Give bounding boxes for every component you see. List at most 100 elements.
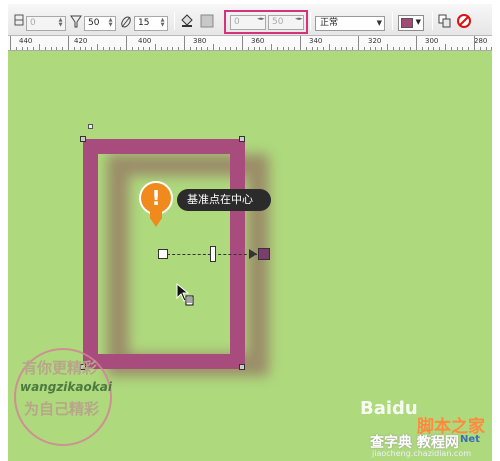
ruler-tick	[207, 47, 209, 50]
transparency-midpoint-slider[interactable]	[210, 246, 216, 262]
ruler-tick	[491, 47, 493, 50]
ruler-tick	[166, 47, 168, 50]
ruler-tick	[433, 47, 435, 50]
leaf-icon	[120, 15, 132, 29]
separator	[432, 12, 433, 30]
ruler-tick	[358, 36, 359, 50]
ruler-tick	[184, 36, 185, 50]
exclamation-pin-icon: !	[138, 180, 180, 232]
field2-value: 50	[88, 18, 100, 28]
merge-mode-select[interactable]: 正常 ▼	[315, 16, 385, 31]
ruler-tick	[149, 47, 151, 50]
rotation-handle[interactable]	[88, 124, 93, 129]
spinner-arrows-icon[interactable]: ◄►	[257, 17, 265, 28]
ruler-label: 320	[368, 37, 382, 45]
spinner-arrows-icon[interactable]: ▲ ▼	[107, 18, 114, 29]
ruler-tick	[381, 47, 383, 50]
ruler-tick	[126, 36, 127, 50]
ruler-tick	[479, 47, 481, 50]
ruler-tick	[305, 47, 307, 50]
paint-bucket-icon[interactable]	[180, 14, 194, 28]
ruler-tick	[27, 47, 29, 50]
tooltip-text: 基准点在中心	[187, 193, 253, 206]
ruler-tick	[155, 44, 156, 50]
horizontal-ruler[interactable]: 440 420 400 380 360 340 320 300 280	[8, 36, 493, 51]
fill-color-swatch	[401, 18, 413, 28]
ruler-tick	[311, 47, 313, 50]
corner-node[interactable]	[239, 136, 245, 142]
ruler-tick	[329, 44, 330, 50]
property-bar: 0 ▲ ▼ 50 ▲ ▼ 15 ▲ ▼ 0 ◄► 50 ◄► 正常 ▼ ▼	[8, 4, 492, 36]
ruler-tick	[352, 47, 354, 50]
net-text: Net	[460, 434, 480, 445]
chevron-down-icon: ▼	[415, 18, 421, 26]
transparency-end-node[interactable]	[258, 248, 270, 260]
spinner-arrows-icon[interactable]: ◄►	[295, 17, 303, 28]
copy-properties-icon[interactable]	[438, 14, 452, 28]
ruler-tick	[79, 47, 81, 50]
ruler-tick	[10, 36, 11, 50]
field2-spinner[interactable]: 50 ▲ ▼	[84, 16, 116, 31]
ruler-tick	[450, 47, 452, 50]
transparency-start-value: 0	[234, 17, 240, 27]
ruler-tick	[114, 47, 116, 50]
ruler-label: 440	[19, 37, 33, 45]
ruler-tick	[242, 36, 243, 50]
ruler-tick	[416, 36, 417, 50]
ruler-tick	[39, 44, 40, 50]
pointer-cursor-icon	[175, 282, 201, 308]
ruler-tick	[21, 47, 23, 50]
ruler-tick	[334, 47, 336, 50]
ruler-label: 300	[425, 37, 439, 45]
ruler-label: 340	[309, 37, 323, 45]
ruler-tick	[369, 47, 371, 50]
ruler-tick	[398, 47, 400, 50]
ruler-tick	[288, 47, 290, 50]
field3-spinner[interactable]: 15 ▲ ▼	[134, 16, 168, 31]
corner-node[interactable]	[239, 364, 245, 370]
ruler-label: 420	[74, 37, 88, 45]
ruler-tick	[485, 47, 487, 50]
transparency-end-spinner[interactable]: 50 ◄►	[268, 15, 304, 30]
ruler-tick	[462, 47, 464, 50]
ruler-tick	[56, 47, 58, 50]
ruler-tick	[363, 47, 365, 50]
transparency-start-node[interactable]	[158, 249, 168, 259]
ruler-tick	[259, 47, 261, 50]
stamp-line1: 有你更精彩	[22, 359, 98, 377]
fill-color-button[interactable]: ▼	[398, 15, 424, 31]
ruler-tick	[189, 47, 191, 50]
ruler-tick	[340, 47, 342, 50]
spinner-arrows-icon[interactable]: ▲ ▼	[159, 18, 166, 29]
separator	[310, 12, 311, 30]
ruler-tick	[404, 47, 406, 50]
transparency-start-spinner[interactable]: 0 ◄►	[230, 15, 266, 30]
corner-node[interactable]	[80, 136, 86, 142]
annotation-tooltip: 基准点在中心	[177, 189, 271, 211]
separator	[392, 12, 393, 30]
ruler-tick	[137, 47, 139, 50]
ruler-tick	[15, 47, 17, 50]
ruler-tick	[97, 44, 98, 50]
baidu-logo: Baidu	[360, 398, 418, 419]
ruler-tick	[44, 47, 46, 50]
ruler-label: 360	[251, 37, 265, 45]
spinner-arrows-icon[interactable]: ▲ ▼	[57, 18, 64, 29]
ruler-tick	[346, 47, 348, 50]
color-square-icon[interactable]	[200, 14, 214, 28]
site-url: jiaocheng.chazidian.com	[372, 449, 472, 458]
ruler-tick	[230, 47, 232, 50]
ruler-tick	[282, 47, 284, 50]
ruler-tick	[375, 47, 377, 50]
clear-transparency-icon[interactable]	[457, 14, 471, 28]
ruler-tick	[33, 47, 35, 50]
ruler-tick	[160, 47, 162, 50]
ruler-tick	[131, 47, 133, 50]
ruler-tick	[439, 47, 441, 50]
ruler-tick	[91, 47, 93, 50]
ruler-label: 400	[138, 37, 152, 45]
ruler-tick	[213, 44, 214, 50]
field1-spinner[interactable]: 0 ▲ ▼	[26, 16, 66, 31]
ruler-tick	[421, 47, 423, 50]
ruler-tick	[271, 44, 272, 50]
